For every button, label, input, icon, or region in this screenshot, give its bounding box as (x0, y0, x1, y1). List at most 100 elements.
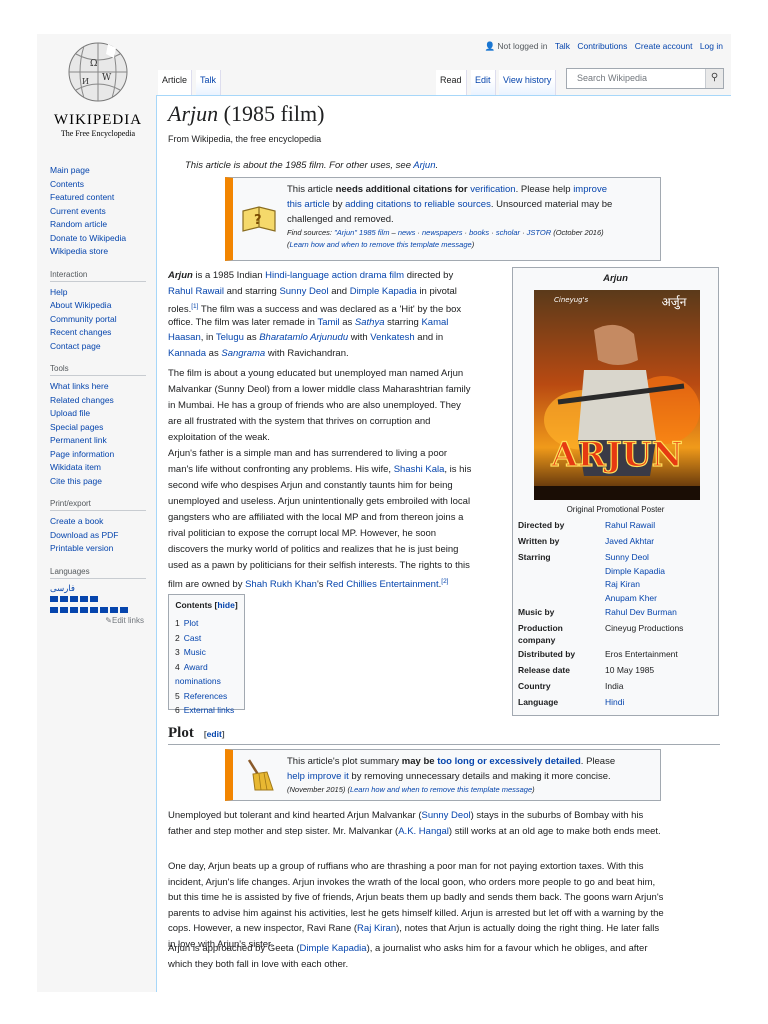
article-link[interactable]: Sathya (355, 317, 385, 328)
remove-plot-template-link[interactable]: Learn how and when to remove this templa… (350, 785, 532, 794)
sidebar-item-wikipedia-store[interactable]: Wikipedia store (50, 245, 150, 259)
sidebar-item-about-wikipedia[interactable]: About Wikipedia (50, 299, 150, 313)
sidebar-item-cite-this-page[interactable]: Cite this page (50, 475, 150, 489)
edit-links[interactable]: ✎Edit links (50, 616, 144, 625)
article-link[interactable]: Tamil (317, 317, 339, 328)
sidebar-link[interactable]: Download as PDF (50, 530, 119, 540)
plot-edit-link[interactable]: edit (207, 729, 222, 739)
sidebar-item-donate-to-wikipedia[interactable]: Donate to Wikipedia (50, 232, 150, 246)
sidebar-item-what-links-here[interactable]: What links here (50, 380, 150, 394)
sidebar-link[interactable]: What links here (50, 381, 109, 391)
toc-link[interactable]: External links (184, 705, 235, 715)
article-link[interactable]: Kannada (168, 348, 206, 359)
article-link[interactable]: Shashi Kala (394, 464, 445, 475)
infobox-link[interactable]: Rahul Rawail (605, 519, 715, 533)
sidebar-link[interactable]: Community portal (50, 314, 117, 324)
books-link[interactable]: books (469, 228, 489, 237)
toc-item-plot[interactable]: 1 Plot (175, 616, 244, 631)
article-link[interactable]: Kamal (421, 317, 448, 328)
adding-citations-link[interactable]: adding citations to reliable sources (345, 199, 491, 210)
sidebar-item-main-page[interactable]: Main page (50, 164, 150, 178)
article-link[interactable]: Rahul Rawail (168, 286, 224, 297)
scholar-link[interactable]: scholar (496, 228, 520, 237)
improve-article-link[interactable]: this article (287, 199, 330, 210)
sidebar-link[interactable]: Contents (50, 179, 84, 189)
sidebar-item-printable-version[interactable]: Printable version (50, 542, 150, 556)
sidebar-item-permanent-link[interactable]: Permanent link (50, 434, 150, 448)
jstor-link[interactable]: JSTOR (527, 228, 551, 237)
sidebar-item-current-events[interactable]: Current events (50, 205, 150, 219)
infobox-link[interactable]: Anupam Kher (605, 592, 715, 606)
search-input[interactable]: Search Wikipedia ⚲ (566, 68, 724, 89)
toc-link[interactable]: Award nominations (175, 662, 221, 687)
language-farsi-link[interactable]: فارسی (50, 583, 75, 593)
toc-item-external-links[interactable]: 6 External links (175, 703, 244, 718)
sidebar-item-related-changes[interactable]: Related changes (50, 394, 150, 408)
toc-link[interactable]: Cast (184, 633, 201, 643)
article-link[interactable]: Bharatamlo Arjunudu (259, 332, 348, 343)
sidebar-item-wikidata-item[interactable]: Wikidata item (50, 461, 150, 475)
article-link[interactable]: A.K. Hangal (398, 826, 449, 837)
toc-item-music[interactable]: 3 Music (175, 645, 244, 660)
tab-read[interactable]: Read (436, 70, 467, 95)
sidebar-link[interactable]: Contact page (50, 341, 101, 351)
article-link[interactable]: Sunny Deol (421, 810, 470, 821)
article-link[interactable]: Haasan (168, 332, 201, 343)
article-link[interactable]: Shah Rukh Khan (245, 579, 317, 590)
contributions-link[interactable]: Contributions (577, 41, 627, 51)
toc-item-references[interactable]: 5 References (175, 689, 244, 704)
article-link[interactable]: Telugu (216, 332, 244, 343)
article-link[interactable]: Raj Kiran (357, 923, 396, 934)
sidebar-link[interactable]: Special pages (50, 422, 103, 432)
hatnote-link[interactable]: Arjun (413, 160, 435, 171)
toc-item-cast[interactable]: 2 Cast (175, 631, 244, 646)
article-link[interactable]: Sangrama (221, 348, 265, 359)
sidebar-link[interactable]: Recent changes (50, 327, 111, 337)
infobox-link[interactable]: Rahul Dev Burman (605, 606, 715, 620)
article-link[interactable]: Dimple Kapadia (350, 286, 417, 297)
toc-link[interactable]: Music (184, 647, 206, 657)
infobox-link[interactable]: Javed Akhtar (605, 535, 715, 549)
sidebar-item-create-a-book[interactable]: Create a book (50, 515, 150, 529)
find-sources-link[interactable]: "Arjun" 1985 film (334, 228, 389, 237)
citation-ref[interactable]: [2] (441, 578, 448, 585)
talk-link[interactable]: Talk (555, 41, 570, 51)
infobox-link[interactable]: Hindi (605, 696, 715, 710)
language-link-row[interactable] (50, 594, 150, 605)
sidebar-item-recent-changes[interactable]: Recent changes (50, 326, 150, 340)
sidebar-link[interactable]: Help (50, 287, 67, 297)
sidebar-link[interactable]: Permanent link (50, 435, 107, 445)
too-long-link[interactable]: too long or excessively detailed (437, 756, 581, 767)
sidebar-item-page-information[interactable]: Page information (50, 448, 150, 462)
login-link[interactable]: Log in (700, 41, 723, 51)
article-link[interactable]: Venkatesh (370, 332, 414, 343)
help-improve-link[interactable]: help improve it (287, 771, 349, 782)
article-link[interactable]: Dimple Kapadia (300, 943, 367, 954)
tab-view-history[interactable]: View history (499, 70, 557, 95)
toc-item-award-nominations[interactable]: 4 Award nominations (175, 660, 244, 689)
create-account-link[interactable]: Create account (635, 41, 693, 51)
infobox-link[interactable]: Dimple Kapadia (605, 565, 715, 579)
sidebar-item-download-as-pdf[interactable]: Download as PDF (50, 529, 150, 543)
sidebar-link[interactable]: Create a book (50, 516, 103, 526)
wikipedia-logo[interactable]: Ω W И Wikipedia The Free Encyclopedia (50, 40, 146, 138)
toc-link[interactable]: Plot (184, 618, 199, 628)
sidebar-item-contact-page[interactable]: Contact page (50, 340, 150, 354)
infobox-link[interactable]: Sunny Deol (605, 551, 715, 565)
infobox-link[interactable]: Raj Kiran (605, 578, 715, 592)
verification-link[interactable]: verification (470, 184, 515, 195)
article-link[interactable]: action drama film (332, 270, 404, 281)
sidebar-link[interactable]: Upload file (50, 408, 90, 418)
article-link[interactable]: Red Chillies Entertainment (326, 579, 438, 590)
toc-link[interactable]: References (184, 691, 227, 701)
tab-edit[interactable]: Edit (471, 70, 496, 95)
toc-hide-link[interactable]: hide (217, 600, 234, 610)
sidebar-link[interactable]: Wikipedia store (50, 246, 108, 256)
sidebar-link[interactable]: Current events (50, 206, 106, 216)
sidebar-link[interactable]: About Wikipedia (50, 300, 111, 310)
film-poster-image[interactable]: ARJUN अर्जुन Cineyug's (534, 290, 700, 500)
sidebar-item-random-article[interactable]: Random article (50, 218, 150, 232)
sidebar-item-contents[interactable]: Contents (50, 178, 150, 192)
sidebar-link[interactable]: Wikidata item (50, 462, 101, 472)
sidebar-item-featured-content[interactable]: Featured content (50, 191, 150, 205)
